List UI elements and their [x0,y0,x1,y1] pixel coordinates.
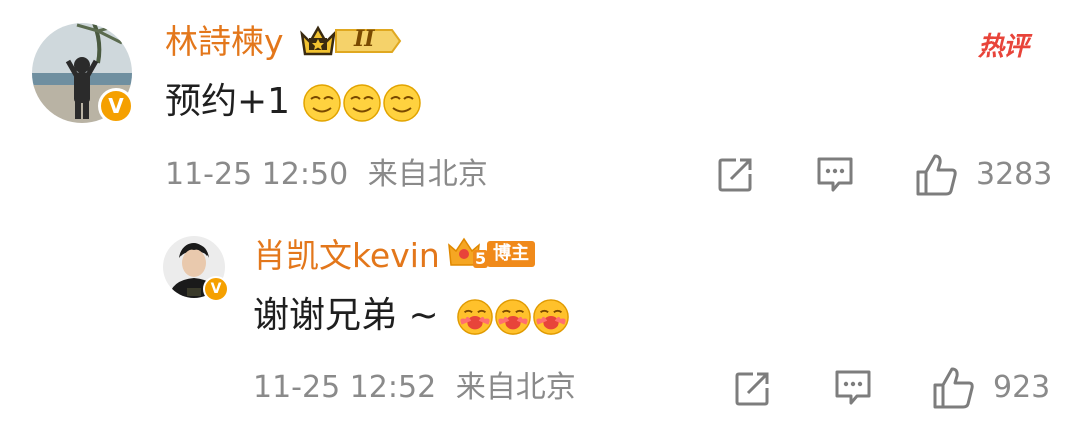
thumbs-up-icon[interactable] [914,152,960,198]
location: 来自北京 [367,157,488,192]
comment-icon[interactable] [833,368,873,408]
emoji-group [445,295,570,336]
like-count: 3283 [976,157,1053,192]
timestamp: 11-25 12:52 [253,370,437,405]
comment-text: 谢谢兄弟 ~ [253,295,439,336]
comment-icon[interactable] [815,155,855,195]
blogger-label: 博主 [487,241,535,267]
emoji-group [290,81,421,122]
comment-content: 预约+1 [165,80,422,124]
kiss-heart-emoji [533,299,569,335]
location: 来自北京 [455,370,576,405]
comment-meta: 11-25 12:52 来自北京 [253,370,576,406]
smirk-emoji [302,84,341,122]
timestamp: 11-25 12:50 [165,157,349,192]
kiss-heart-emoji [495,299,531,335]
comment-content: 谢谢兄弟 ~ [253,294,570,338]
kiss-heart-emoji [457,299,493,335]
username[interactable]: 林詩楝y [165,22,284,62]
verified-v-icon: V [203,276,229,302]
crown-icon [300,25,402,56]
share-icon[interactable] [716,156,754,194]
comment-text: 预约+1 [165,81,291,122]
smirk-emoji [382,84,421,122]
comment-meta: 11-25 12:50 来自北京 [165,157,488,193]
verified-v-icon: V [98,88,134,124]
level-badge-text: II [354,26,375,52]
blogger-level-number: 5 [473,249,489,268]
blogger-badge: 5 博主 [447,234,535,274]
smirk-emoji [342,84,381,122]
member-level-badge: II [298,22,402,60]
like-count: 923 [993,370,1051,405]
username[interactable]: 肖凯文kevin [253,236,440,276]
share-icon[interactable] [733,370,771,408]
thumbs-up-icon[interactable] [931,365,977,411]
hot-comment-tag: 热评 [978,32,1029,62]
